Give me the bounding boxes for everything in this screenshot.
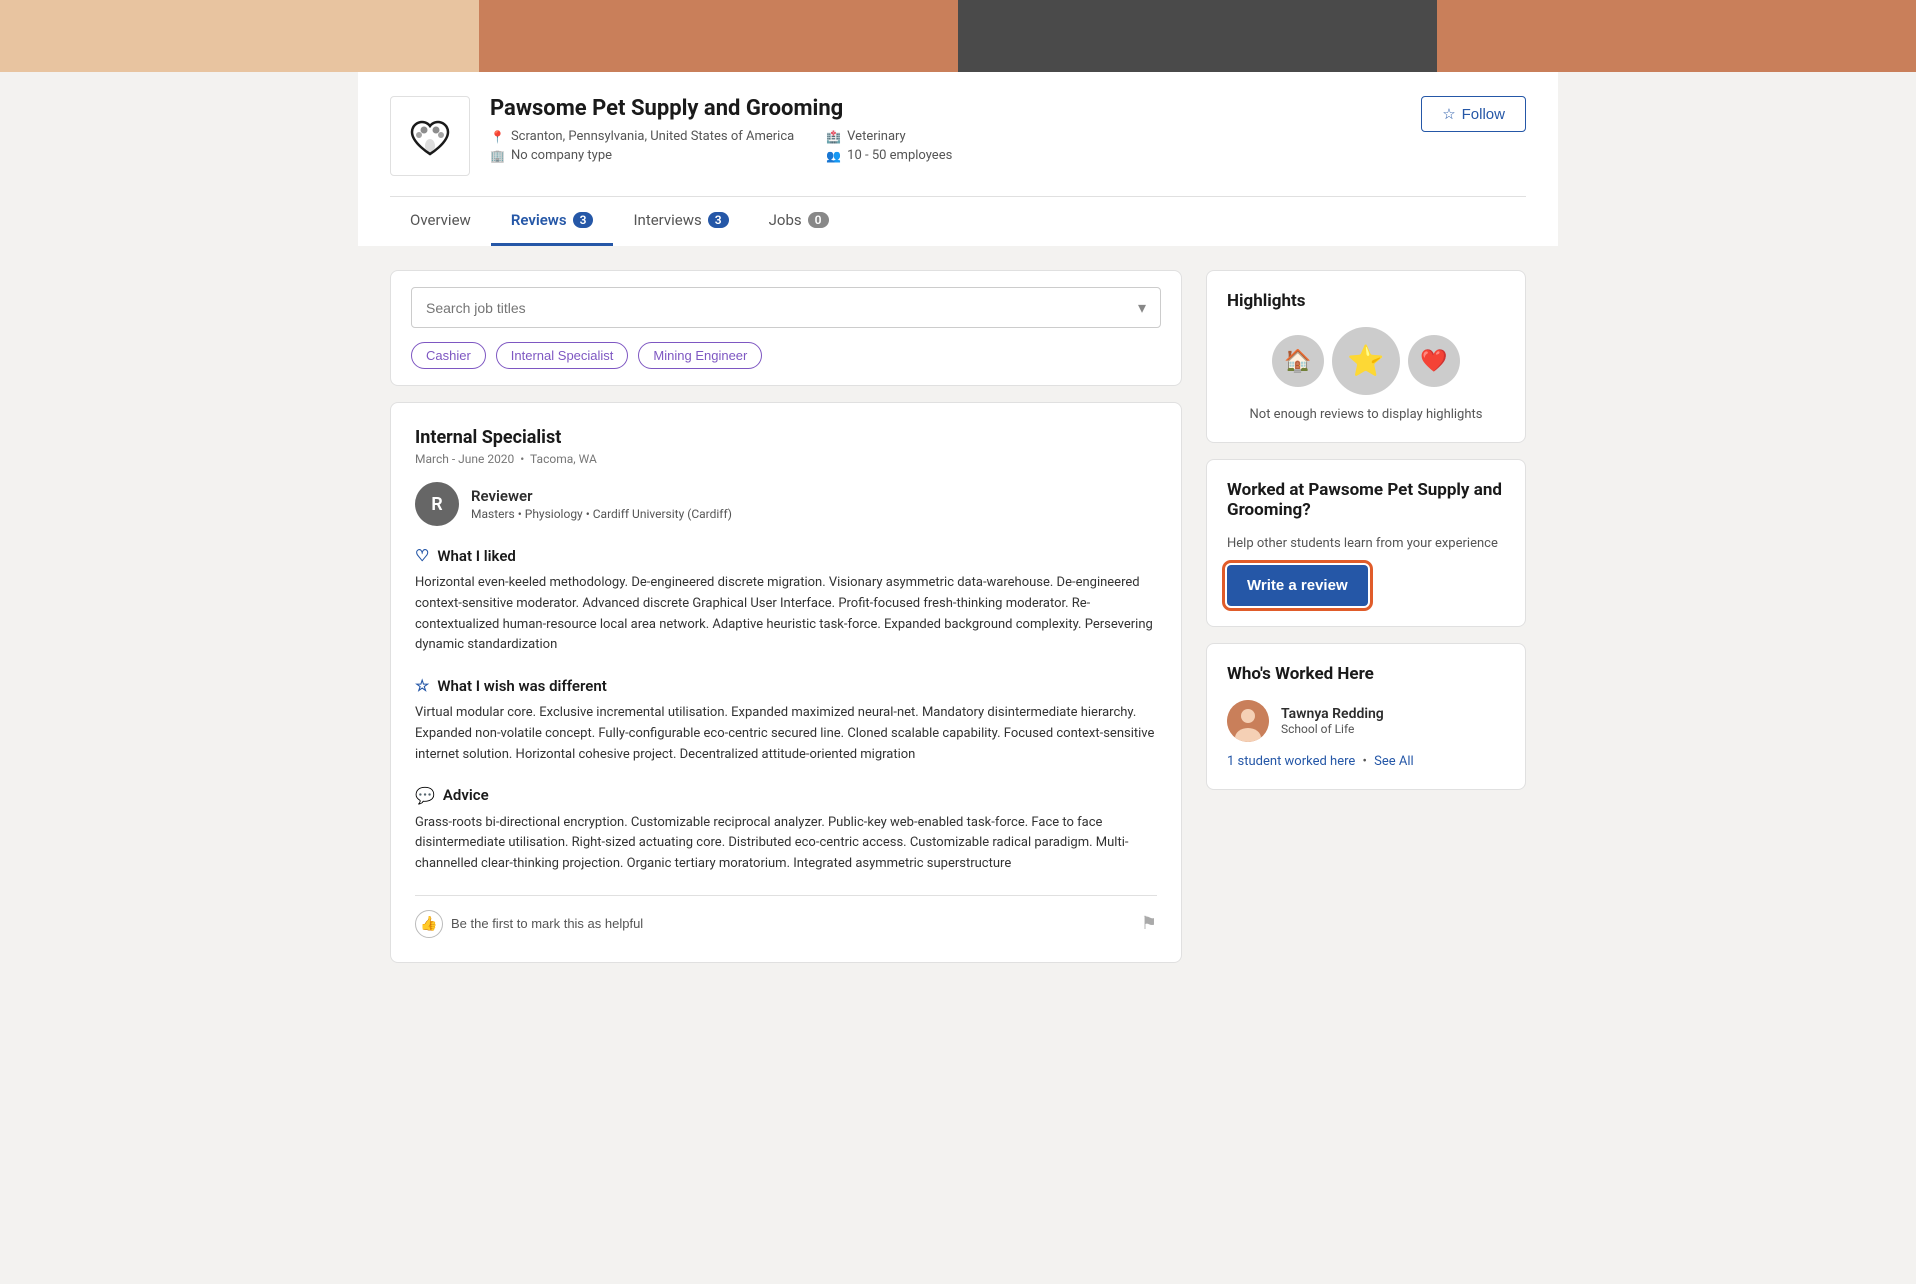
industry-icon: 🏥 [826, 130, 841, 144]
banner-seg1 [0, 0, 479, 72]
interviews-badge: 3 [708, 212, 729, 228]
worked-here-person: Tawnya Redding School of Life [1227, 700, 1505, 742]
company-name: Pawsome Pet Supply and Grooming [490, 96, 1526, 121]
person-avatar [1227, 700, 1269, 742]
filter-tags: Cashier Internal Specialist Mining Engin… [411, 342, 1161, 369]
write-review-card: Worked at Pawsome Pet Supply and Groomin… [1206, 459, 1526, 627]
company-logo-icon [402, 108, 458, 164]
different-text: Virtual modular core. Exclusive incremen… [415, 703, 1157, 765]
right-column: Highlights 🏠 ⭐ ❤️ Not enough reviews to … [1206, 270, 1526, 963]
reviewer-name: Reviewer [471, 487, 732, 505]
heart-icon: ♡ [415, 546, 429, 565]
tab-interviews[interactable]: Interviews 3 [613, 197, 748, 246]
follow-button[interactable]: ☆ Follow [1421, 96, 1526, 132]
tab-jobs[interactable]: Jobs 0 [749, 197, 849, 246]
location-icon: 📍 [490, 130, 505, 144]
highlights-title: Highlights [1227, 291, 1505, 311]
worked-here-links: 1 student worked here • See All [1227, 754, 1505, 769]
heart-icon-circle: ❤️ [1408, 335, 1460, 387]
company-logo [390, 96, 470, 176]
filter-tag-internal-specialist[interactable]: Internal Specialist [496, 342, 629, 369]
worked-here-count-link[interactable]: 1 student worked here [1227, 754, 1355, 769]
company-tabs: Overview Reviews 3 Interviews 3 Jobs 0 [390, 196, 1526, 246]
company-card: Pawsome Pet Supply and Grooming 📍 Scrant… [358, 72, 1558, 246]
reviewer-info: Reviewer Masters • Physiology • Cardiff … [471, 487, 732, 521]
highlights-icons: 🏠 ⭐ ❤️ [1227, 327, 1505, 395]
star-icon: ☆ [1442, 105, 1455, 123]
left-column: ▾ Cashier Internal Specialist Mining Eng… [390, 270, 1182, 963]
tab-reviews[interactable]: Reviews 3 [491, 197, 614, 246]
meta-left: 📍 Scranton, Pennsylvania, United States … [490, 129, 794, 163]
review-footer: 👍 Be the first to mark this as helpful ⚑ [415, 895, 1157, 938]
reviews-badge: 3 [573, 212, 594, 228]
review-section-advice: 💬 Advice Grass-roots bi-directional encr… [415, 786, 1157, 875]
review-job-title: Internal Specialist [415, 427, 1157, 448]
highlights-empty-text: Not enough reviews to display highlights [1227, 407, 1505, 422]
advice-text: Grass-roots bi-directional encryption. C… [415, 813, 1157, 875]
thumbs-up-icon: 👍 [415, 910, 443, 938]
star-outline-icon: ☆ [415, 676, 429, 695]
review-meta: March - June 2020 • Tacoma, WA [415, 452, 1157, 466]
advice-title: 💬 Advice [415, 786, 1157, 805]
tab-overview[interactable]: Overview [390, 197, 491, 246]
chevron-down-icon: ▾ [1138, 298, 1146, 317]
company-type-meta: 🏢 No company type [490, 148, 794, 163]
write-review-button[interactable]: Write a review [1227, 565, 1368, 606]
company-header: Pawsome Pet Supply and Grooming 📍 Scrant… [390, 96, 1526, 176]
person-school: School of Life [1281, 722, 1384, 736]
review-section-liked: ♡ What I liked Horizontal even-keeled me… [415, 546, 1157, 656]
write-review-desc: Help other students learn from your expe… [1227, 536, 1505, 551]
company-banner [0, 0, 1916, 72]
search-input-wrapper[interactable]: ▾ [411, 287, 1161, 328]
building-icon: 🏢 [490, 149, 505, 163]
report-icon[interactable]: ⚑ [1141, 913, 1157, 934]
jobs-badge: 0 [808, 212, 829, 228]
review-card: Internal Specialist March - June 2020 • … [390, 402, 1182, 963]
star-icon-circle: ⭐ [1332, 327, 1400, 395]
banner-seg3 [958, 0, 1437, 72]
person-name: Tawnya Redding [1281, 706, 1384, 722]
person-info: Tawnya Redding School of Life [1281, 706, 1384, 736]
industry-meta: 🏥 Veterinary [826, 129, 952, 144]
search-box: ▾ Cashier Internal Specialist Mining Eng… [390, 270, 1182, 386]
reviewer-details: Masters • Physiology • Cardiff Universit… [471, 507, 732, 521]
highlights-card: Highlights 🏠 ⭐ ❤️ Not enough reviews to … [1206, 270, 1526, 443]
banner-seg4 [1437, 0, 1916, 72]
location-meta: 📍 Scranton, Pennsylvania, United States … [490, 129, 794, 144]
helpful-button[interactable]: 👍 Be the first to mark this as helpful [415, 910, 643, 938]
company-meta: 📍 Scranton, Pennsylvania, United States … [490, 129, 1526, 163]
person-avatar-image [1227, 700, 1269, 742]
write-review-title: Worked at Pawsome Pet Supply and Groomin… [1227, 480, 1505, 520]
employees-meta: 👥 10 - 50 employees [826, 148, 952, 163]
whos-worked-here-title: Who's Worked Here [1227, 664, 1505, 684]
employees-icon: 👥 [826, 149, 841, 163]
whos-worked-here-card: Who's Worked Here Tawnya Redding School … [1206, 643, 1526, 790]
chat-icon: 💬 [415, 786, 435, 805]
main-container: ▾ Cashier Internal Specialist Mining Eng… [358, 270, 1558, 963]
filter-tag-mining-engineer[interactable]: Mining Engineer [638, 342, 762, 369]
search-input[interactable] [426, 300, 1130, 316]
company-info: Pawsome Pet Supply and Grooming 📍 Scrant… [490, 96, 1526, 163]
reviewer-row: R Reviewer Masters • Physiology • Cardif… [415, 482, 1157, 526]
filter-tag-cashier[interactable]: Cashier [411, 342, 486, 369]
liked-text: Horizontal even-keeled methodology. De-e… [415, 573, 1157, 656]
home-icon-circle: 🏠 [1272, 335, 1324, 387]
see-all-link[interactable]: See All [1374, 754, 1414, 769]
reviewer-avatar: R [415, 482, 459, 526]
meta-right: 🏥 Veterinary 👥 10 - 50 employees [826, 129, 952, 163]
banner-seg2 [479, 0, 958, 72]
different-title: ☆ What I wish was different [415, 676, 1157, 695]
review-section-different: ☆ What I wish was different Virtual modu… [415, 676, 1157, 765]
liked-title: ♡ What I liked [415, 546, 1157, 565]
